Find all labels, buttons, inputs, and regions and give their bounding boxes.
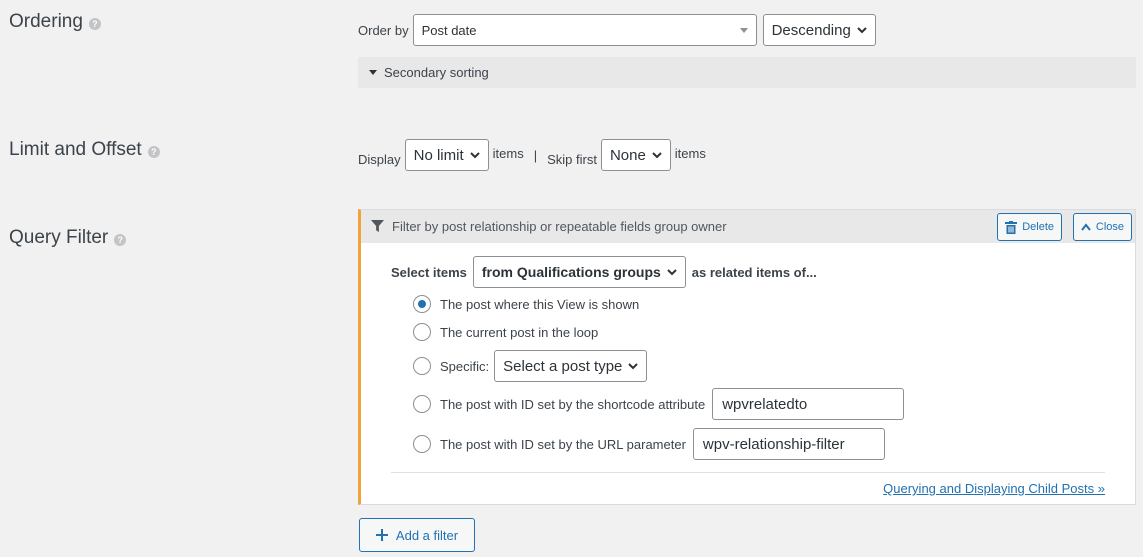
post-type-value: Select a post type	[503, 357, 623, 375]
add-filter-button[interactable]: Add a filter	[359, 518, 475, 552]
select-items-row: Select items from Qualifications groups …	[391, 256, 817, 288]
select-items-value: from Qualifications groups	[481, 264, 661, 280]
trash-icon	[1005, 220, 1018, 234]
option-label: The current post in the loop	[440, 324, 599, 340]
close-label: Close	[1095, 221, 1124, 233]
radio-button[interactable]	[413, 357, 431, 375]
chevron-down-icon	[857, 27, 867, 34]
add-filter-label: Add a filter	[395, 527, 459, 543]
ordering-title: Ordering ?	[9, 11, 101, 33]
filter-header-text: Filter by post relationship or repeatabl…	[392, 219, 727, 234]
limit-offset-title-text: Limit and Offset	[9, 139, 142, 160]
help-icon[interactable]: ?	[114, 233, 127, 246]
option-current-post[interactable]: The current post in the loop	[413, 323, 598, 341]
items-label: items	[674, 145, 706, 161]
order-by-select[interactable]: Post date	[412, 14, 757, 46]
option-url-parameter[interactable]: The post with ID set by the URL paramete…	[413, 428, 885, 460]
limit-offset-title: Limit and Offset ?	[9, 139, 160, 161]
order-by-value: Post date	[421, 22, 477, 38]
items-label: items	[492, 145, 524, 161]
display-limit-select[interactable]: No limit	[404, 139, 489, 171]
filter-header: Filter by post relationship or repeatabl…	[361, 210, 1135, 243]
query-filter-title-text: Query Filter	[9, 227, 109, 248]
shortcode-attribute-input[interactable]: wpvrelatedto	[712, 388, 905, 420]
separator: |	[533, 147, 538, 163]
child-posts-help-link[interactable]: Querying and Displaying Child Posts »	[883, 481, 1105, 496]
option-shortcode-attribute[interactable]: The post with ID set by the shortcode at…	[413, 388, 905, 420]
skip-first-label: Skip first	[547, 151, 597, 167]
divider	[391, 472, 1105, 473]
url-parameter-value: wpv-relationship-filter	[702, 435, 845, 453]
help-icon[interactable]: ?	[147, 145, 160, 158]
option-label: The post with ID set by the shortcode at…	[440, 396, 706, 412]
url-parameter-input[interactable]: wpv-relationship-filter	[692, 428, 885, 460]
post-type-select[interactable]: Select a post type	[494, 350, 648, 382]
radio-button[interactable]	[413, 395, 431, 413]
chevron-down-icon	[667, 269, 677, 276]
help-icon[interactable]: ?	[88, 17, 101, 30]
close-filter-button[interactable]: Close	[1072, 213, 1132, 241]
skip-first-select[interactable]: None	[600, 139, 671, 171]
related-items-text: as related items of...	[691, 264, 817, 280]
order-direction-select[interactable]: Descending	[762, 14, 876, 46]
chevron-down-icon	[628, 363, 639, 370]
select-items-dropdown[interactable]: from Qualifications groups	[472, 256, 686, 288]
order-by-label: Order by	[358, 22, 409, 38]
limit-offset-row: Display No limit items | Skip first None…	[358, 139, 706, 171]
caret-down-icon	[369, 70, 377, 75]
option-label: Specific:	[440, 358, 490, 374]
chevron-up-icon	[1081, 223, 1091, 231]
plus-icon	[375, 529, 388, 541]
order-by-row: Order by Post date Descending	[358, 14, 876, 46]
delete-label: Delete	[1022, 221, 1054, 233]
chevron-down-icon	[652, 152, 662, 159]
option-label: The post with ID set by the URL paramete…	[440, 436, 686, 452]
funnel-icon	[371, 220, 384, 233]
relationship-filter-box: Filter by post relationship or repeatabl…	[358, 209, 1136, 505]
secondary-sorting-label: Secondary sorting	[384, 65, 489, 80]
chevron-down-icon	[469, 152, 480, 159]
secondary-sorting-toggle[interactable]: Secondary sorting	[358, 57, 1136, 88]
radio-button[interactable]	[413, 435, 431, 453]
ordering-title-text: Ordering	[9, 11, 83, 32]
option-label: The post where this View is shown	[440, 296, 640, 312]
skip-first-value: None	[609, 146, 646, 164]
order-direction-value: Descending	[771, 21, 851, 39]
option-specific[interactable]: Specific: Select a post type	[413, 350, 648, 382]
query-filter-title: Query Filter ?	[9, 227, 127, 249]
option-this-view[interactable]: The post where this View is shown	[413, 295, 639, 313]
shortcode-attribute-value: wpvrelatedto	[722, 395, 808, 413]
display-limit-value: No limit	[413, 146, 464, 164]
display-label: Display	[358, 151, 401, 167]
radio-button[interactable]	[413, 295, 431, 313]
dropdown-arrow-icon	[739, 27, 748, 33]
radio-button[interactable]	[413, 323, 431, 341]
select-items-label: Select items	[391, 264, 467, 280]
delete-filter-button[interactable]: Delete	[997, 213, 1062, 241]
